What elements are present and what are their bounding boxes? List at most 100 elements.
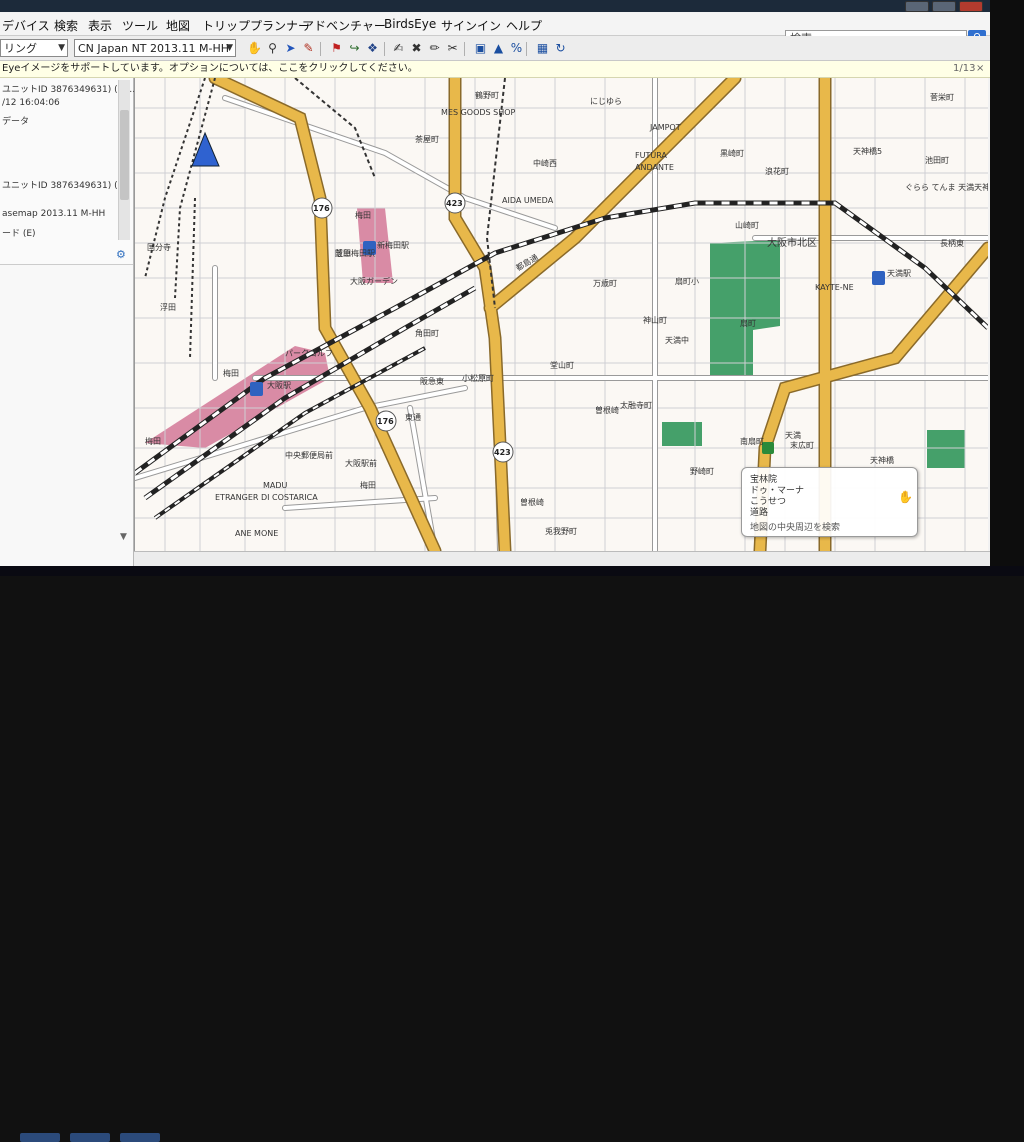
close-window-button[interactable]	[959, 1, 983, 12]
map-place-label: 天満中	[665, 335, 689, 345]
sidebar-scrollbar[interactable]	[118, 80, 130, 240]
gear-icon[interactable]: ⚙	[116, 248, 126, 261]
map-place-label: 天神橋	[870, 455, 894, 465]
route-icon[interactable]: ↪	[346, 40, 363, 56]
fit-icon[interactable]: ▦	[534, 40, 551, 56]
map-view[interactable]: 176 423 176 423 梅田 芝田 中崎西 茶屋町 鶴野町 天神橋5 池…	[134, 78, 988, 551]
map-place-label: KAYTE-NE	[815, 283, 854, 292]
map-2d-icon[interactable]: ▣	[472, 40, 489, 56]
map-place-label: AIDA UMEDA	[502, 196, 554, 205]
map-place-label: 神山町	[643, 315, 667, 325]
map-place-label: 阪急梅田駅	[335, 248, 375, 258]
menu-search[interactable]: 検索	[54, 17, 78, 34]
toolbar: リング ▼ CN Japan NT 2013.11 M-HH ▼ ✋ ⚲ ➤ ✎…	[0, 36, 990, 61]
sidebar-line-3: ユニットID 3876349631) (F)	[2, 181, 127, 191]
sidebar-line-5: ード (E)	[2, 229, 36, 239]
map-place-label: 万歳町	[593, 278, 617, 288]
map-place-label: ぐらら てんま 天満天神橋	[905, 182, 988, 192]
map-place-label: 阪急東	[420, 376, 444, 386]
map-place-label: JAMPOT	[649, 123, 681, 132]
chevron-down-icon: ▼	[58, 43, 65, 53]
map-place-label: 中央郵便局前	[285, 450, 333, 460]
funnel-icon[interactable]: ▼	[120, 532, 127, 542]
map-place-label: 梅田	[355, 210, 371, 220]
maximize-button[interactable]	[932, 1, 956, 12]
map-place-label: にじゆら	[590, 97, 622, 106]
station-icon	[250, 382, 263, 396]
erase-icon[interactable]: ✖	[408, 40, 425, 56]
chevron-down-icon: ▼	[226, 43, 233, 53]
mode-select[interactable]: リング ▼	[0, 39, 68, 57]
hand-cursor-icon: ✋	[898, 490, 913, 504]
map-place-label: 天満	[785, 431, 801, 440]
map-place-label: 東通	[405, 412, 421, 422]
map-place-label: 山崎町	[735, 220, 759, 230]
device-panel: ユニットID 3876349631) (F)… /12 16:04:06 データ…	[0, 78, 136, 265]
map-place-label: 梅田	[145, 436, 161, 446]
app-window: デバイス 検索 表示 ツール 地図 トリッププランナー アドベンチャー Bird…	[0, 0, 990, 566]
menu-map[interactable]: 地図	[166, 17, 190, 34]
percent-icon[interactable]: %	[508, 40, 525, 56]
map-place-label: 野崎町	[690, 466, 714, 476]
info-message[interactable]: Eyeイメージをサポートしています。オプションについては、ここをクリックしてくだ…	[2, 61, 418, 77]
railways	[135, 78, 988, 520]
menu-tools[interactable]: ツール	[122, 17, 158, 34]
menu-birdseye[interactable]: BirdsEye	[384, 17, 436, 31]
sidebar-line-1: /12 16:04:06	[2, 98, 60, 108]
menu-adventure[interactable]: アドベンチャー	[302, 17, 386, 34]
taskbar-button[interactable]	[120, 1133, 160, 1142]
map-product-select[interactable]: CN Japan NT 2013.11 M-HH ▼	[74, 39, 236, 57]
edit-icon[interactable]: ✍	[390, 40, 407, 56]
station-icons	[250, 241, 885, 454]
map-place-label: FUTURA	[635, 151, 667, 160]
sidebar-line-0: ユニットID 3876349631) (F)…	[2, 85, 136, 95]
pencil-icon[interactable]: ✏	[426, 40, 443, 56]
map-place-label: 長柄東	[940, 238, 964, 248]
scissors-icon[interactable]: ✂	[444, 40, 461, 56]
map-place-label: 南扇町	[740, 436, 764, 446]
map-place-label: 茶屋町	[415, 134, 439, 144]
map-place-label: 堂山町	[550, 360, 574, 370]
waypoint-icon[interactable]: ⚑	[328, 40, 345, 56]
map-place-label: 扇町小	[675, 276, 699, 286]
map-place-label: パークゴルフ	[285, 348, 333, 358]
close-icon[interactable]: ×	[976, 61, 984, 77]
menu-trip-planner[interactable]: トリッププランナー	[202, 17, 310, 34]
minimize-button[interactable]	[905, 1, 929, 12]
map-place-label: 小松原町	[462, 373, 494, 383]
map-place-label: 中崎西	[533, 158, 557, 168]
map-place-label: 角田町	[415, 328, 439, 338]
menu-view[interactable]: 表示	[88, 17, 112, 34]
map-place-label: 鶴野町	[475, 90, 499, 100]
select-arrow-icon[interactable]: ➤	[282, 40, 299, 56]
map-place-label: ETRANGER DI COSTARICA	[215, 493, 318, 502]
measure-icon[interactable]: ✎	[300, 40, 317, 56]
taskbar-button[interactable]	[20, 1133, 60, 1142]
park-area	[662, 422, 702, 446]
map-place-label: 新梅田駅	[377, 240, 409, 250]
map-place-label: 天神橋5	[853, 146, 882, 156]
map-place-label: 梅田	[360, 480, 376, 490]
taskbar-button[interactable]	[70, 1133, 110, 1142]
track-icon[interactable]: ❖	[364, 40, 381, 56]
route-shield-label: 423	[446, 199, 463, 208]
map-product-value: CN Japan NT 2013.11 M-HH	[78, 42, 230, 55]
menu-signin[interactable]: サインイン	[441, 17, 501, 34]
info-bar[interactable]: Eyeイメージをサポートしています。オプションについては、ここをクリックしてくだ…	[0, 61, 990, 78]
sidebar-line-2: データ	[2, 117, 30, 127]
search-popup[interactable]: 宝林院 ドゥ・マーナ こうせつ 道路 地図の中央周辺を検索 ✋	[741, 467, 918, 537]
map-place-label: 曽根崎	[595, 405, 619, 415]
menu-help[interactable]: ヘルプ	[506, 17, 542, 34]
refresh-icon[interactable]: ↻	[552, 40, 569, 56]
route-shield-label: 176	[313, 204, 330, 213]
sidebar-line-4: asemap 2013.11 M-HH	[2, 209, 106, 219]
menu-device[interactable]: デバイス	[2, 17, 50, 34]
map-place-label: 太融寺町	[620, 400, 652, 410]
hand-pan-icon[interactable]: ✋	[246, 40, 263, 56]
map-place-label: MES GOODS SHOP	[441, 108, 516, 117]
search-near-center-link[interactable]: 地図の中央周辺を検索	[750, 520, 840, 533]
map-place-label: 大阪駅前	[345, 458, 377, 468]
map-place-label: 天満駅	[887, 269, 911, 278]
map-3d-icon[interactable]: ▲	[490, 40, 507, 56]
zoom-icon[interactable]: ⚲	[264, 40, 281, 56]
